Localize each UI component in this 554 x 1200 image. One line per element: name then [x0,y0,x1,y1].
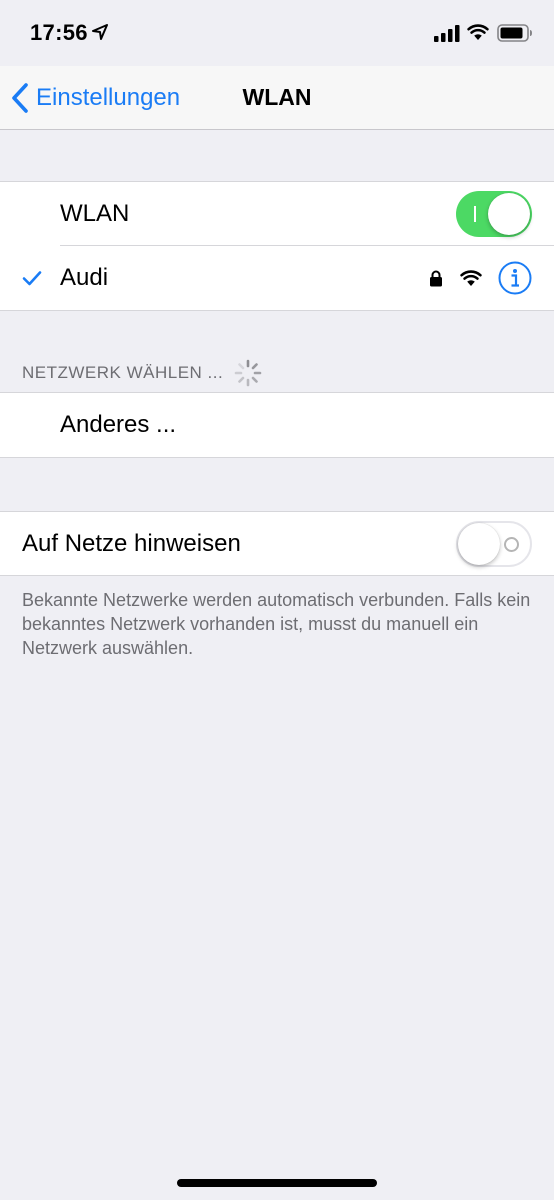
section-header: NETZWERK WÄHLEN ... [22,358,263,388]
ask-to-join-row: Auf Netze hinweisen [0,512,554,576]
connected-network-row[interactable]: Audi [0,246,554,310]
checkmark-icon [22,271,42,286]
lock-icon [430,270,442,287]
wifi-group: WLAN Audi [0,181,554,311]
location-arrow-icon [92,24,108,40]
battery-icon [497,24,532,42]
ask-to-join-group: Auf Netze hinweisen [0,511,554,576]
wifi-signal-icon [460,270,482,286]
back-button-label: Einstellungen [36,84,181,111]
toggle-off-mark [504,537,519,552]
section-header-label: NETZWERK WÄHLEN ... [22,363,224,382]
home-indicator[interactable] [177,1179,377,1187]
network-name: Audi [60,264,109,291]
loading-spinner-icon [234,359,262,387]
other-network-row[interactable]: Anderes ... [0,393,554,457]
back-button[interactable]: Einstellungen [10,80,180,116]
wifi-toggle-row: WLAN [0,182,554,246]
status-time: 17:56 [30,20,88,45]
info-icon[interactable] [498,261,532,295]
ask-to-join-toggle[interactable] [456,521,532,567]
toggle-knob [458,523,500,565]
footer-description: Bekannte Netzwerke werden automatisch ve… [22,590,531,658]
other-network-group: Anderes ... [0,392,554,458]
toggle-on-mark [474,206,476,222]
wifi-label: WLAN [60,200,130,227]
other-network-label: Anderes ... [60,411,177,438]
page-title: WLAN [242,84,312,110]
wifi-toggle[interactable] [456,191,532,237]
ask-to-join-label: Auf Netze hinweisen [22,530,241,557]
wifi-icon [467,24,489,40]
cellular-signal-icon [434,25,460,42]
toggle-knob [488,193,530,235]
status-bar: 17:56 [0,0,554,66]
chevron-left-icon [12,83,28,113]
navigation-bar: Einstellungen WLAN [0,66,554,130]
